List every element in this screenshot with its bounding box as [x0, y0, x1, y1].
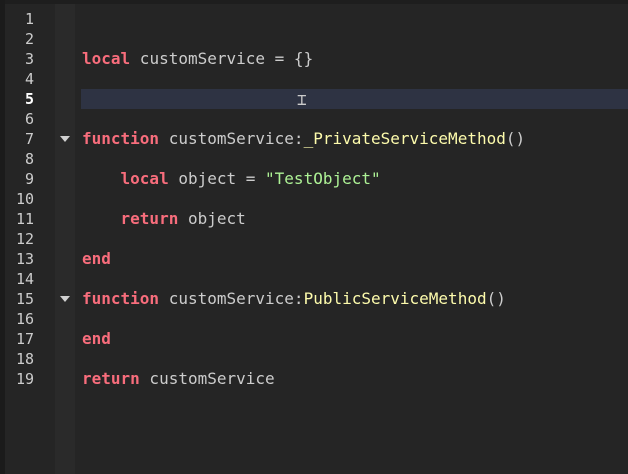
- line-numbers: 1 2 3 4 5 6 7 8 9 10 11 12 13 14 15 16 17 18 19: [5, 9, 34, 389]
- code-token: object =: [168, 169, 266, 188]
- fold-margin: [55, 4, 75, 474]
- code-line[interactable]: [82, 269, 525, 289]
- line-number: 15: [15, 290, 34, 308]
- code-line[interactable]: return customService: [82, 369, 525, 389]
- code-token: customService = {}: [130, 49, 314, 68]
- string-token: "TestObject": [265, 169, 381, 188]
- line-number: 2: [24, 30, 34, 48]
- keyword-token: local: [82, 49, 131, 68]
- line-number: 5: [24, 90, 34, 108]
- code-line[interactable]: [82, 229, 525, 249]
- text-cursor-icon: ⌶: [297, 90, 307, 109]
- code-line[interactable]: [82, 149, 525, 169]
- line-number: 14: [15, 270, 34, 288]
- fold-arrow-icon[interactable]: [60, 296, 70, 302]
- line-number: 9: [24, 170, 34, 188]
- editor-top-border: [0, 0, 628, 4]
- line-number: 12: [15, 230, 34, 248]
- line-number: 1: [24, 10, 34, 28]
- code-token: customService:: [159, 129, 304, 148]
- line-number: 10: [15, 190, 34, 208]
- code-line[interactable]: [82, 349, 525, 369]
- code-line[interactable]: [82, 29, 525, 49]
- keyword-token: end: [82, 329, 111, 348]
- code-line[interactable]: [82, 9, 525, 29]
- keyword-token: end: [82, 249, 111, 268]
- code-line[interactable]: function customService:_PrivateServiceMe…: [82, 129, 525, 149]
- code-line[interactable]: [82, 69, 525, 89]
- fold-arrow-icon[interactable]: [60, 136, 70, 142]
- code-line[interactable]: [82, 309, 525, 329]
- line-number: 16: [15, 310, 34, 328]
- method-name-token: PublicServiceMethod: [303, 289, 487, 308]
- line-number: 13: [15, 250, 34, 268]
- code-line[interactable]: end: [82, 329, 525, 349]
- line-number: 7: [24, 130, 34, 148]
- keyword-token: function: [82, 129, 160, 148]
- method-name-token: _PrivateServiceMethod: [303, 129, 506, 148]
- line-number: 4: [24, 70, 34, 88]
- code-token: (): [505, 129, 526, 148]
- keyword-token: return: [120, 209, 179, 228]
- keyword-token: return: [82, 369, 140, 388]
- code-token: object: [178, 209, 246, 228]
- keyword-token: function: [82, 289, 160, 308]
- code-line[interactable]: local object = "TestObject": [82, 169, 525, 189]
- code-line[interactable]: [82, 109, 525, 129]
- code-token: customService:: [159, 289, 304, 308]
- code-token: (): [486, 289, 506, 308]
- code-line[interactable]: end: [82, 249, 525, 269]
- line-number: 19: [15, 370, 34, 388]
- code-token: customService: [139, 369, 275, 388]
- code-line[interactable]: [82, 189, 525, 209]
- line-number: 8: [24, 150, 34, 168]
- code-area[interactable]: local customService = {} function customS…: [82, 9, 525, 389]
- code-line[interactable]: return object: [82, 209, 525, 229]
- line-number: 18: [15, 350, 34, 368]
- code-line[interactable]: function customService:PublicServiceMeth…: [82, 289, 525, 309]
- keyword-token: local: [120, 169, 169, 188]
- line-number: 6: [24, 110, 34, 128]
- line-number: 3: [24, 50, 34, 68]
- line-number: 17: [15, 330, 34, 348]
- code-line[interactable]: local customService = {}: [82, 49, 525, 69]
- line-number: 11: [15, 210, 34, 228]
